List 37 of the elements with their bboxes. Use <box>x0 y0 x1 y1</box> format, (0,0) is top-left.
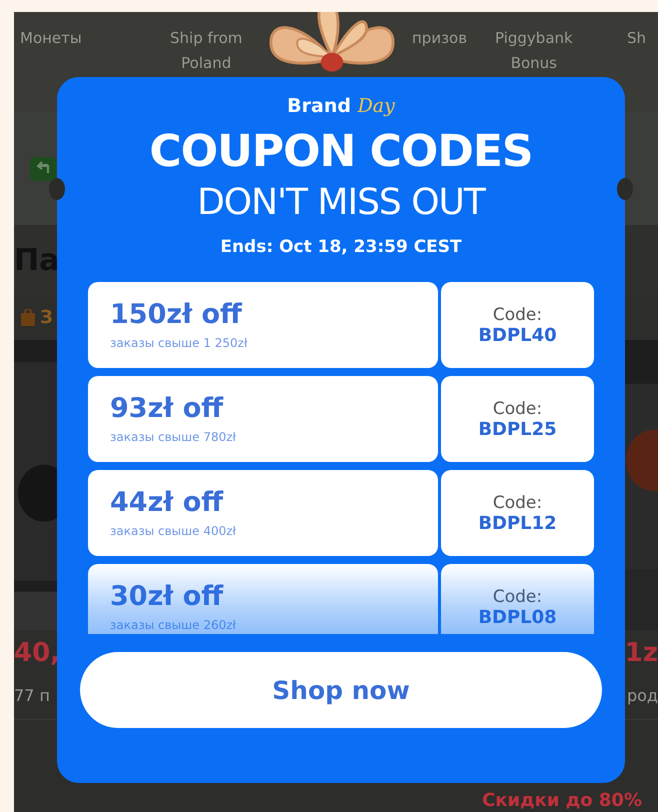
product-price: 1z <box>624 638 658 668</box>
order-condition: заказы свыше 780zł <box>110 430 237 444</box>
code-card[interactable]: Code: BDPL25 <box>441 376 594 462</box>
sold-count: род <box>626 686 658 704</box>
sold-count: 77 п <box>14 686 50 704</box>
ticket-notch <box>49 178 65 200</box>
discount-amount: 93zł off <box>110 394 224 424</box>
nav-tab[interactable]: Sh <box>627 26 646 112</box>
code-label: Code: <box>492 586 542 606</box>
badge-text: З <box>40 307 53 328</box>
order-condition: заказы свыше 1 250zł <box>110 336 248 350</box>
discount-amount: 150zł off <box>110 300 244 330</box>
code-card[interactable]: Code: BDPL12 <box>441 470 594 556</box>
code-label: Code: <box>492 492 542 512</box>
code-label: Code: <box>492 398 542 418</box>
promo-text: Скидки до 80% <box>482 790 642 811</box>
return-icon <box>30 156 56 180</box>
brand-logo: Brand Day <box>287 95 395 117</box>
code-card[interactable]: Code: BDPL08 <box>441 564 594 634</box>
coupon-code: BDPL12 <box>478 512 557 534</box>
discount-amount: 30zł off <box>110 582 224 612</box>
code-label: Code: <box>492 304 542 324</box>
product-price: 40, <box>14 638 60 668</box>
shop-now-button[interactable]: Shop now <box>80 652 602 728</box>
coupon-code: BDPL08 <box>478 606 557 628</box>
bag-icon <box>20 308 36 326</box>
end-date: Ends: Oct 18, 23:59 CEST <box>220 237 462 257</box>
coupon-code: BDPL25 <box>478 418 557 440</box>
coupon-code: BDPL40 <box>478 324 557 346</box>
nav-tab[interactable]: Монеты <box>20 26 82 112</box>
order-condition: заказы свыше 260zł <box>110 618 237 632</box>
ticket-notch <box>617 178 633 200</box>
discount-amount: 44zł off <box>110 488 224 518</box>
code-card[interactable]: Code: BDPL40 <box>441 282 594 368</box>
popup-title: COUPON CODES <box>149 125 533 179</box>
popup-subtitle: DON'T MISS OUT <box>197 181 485 225</box>
order-condition: заказы свыше 400zł <box>110 524 237 538</box>
